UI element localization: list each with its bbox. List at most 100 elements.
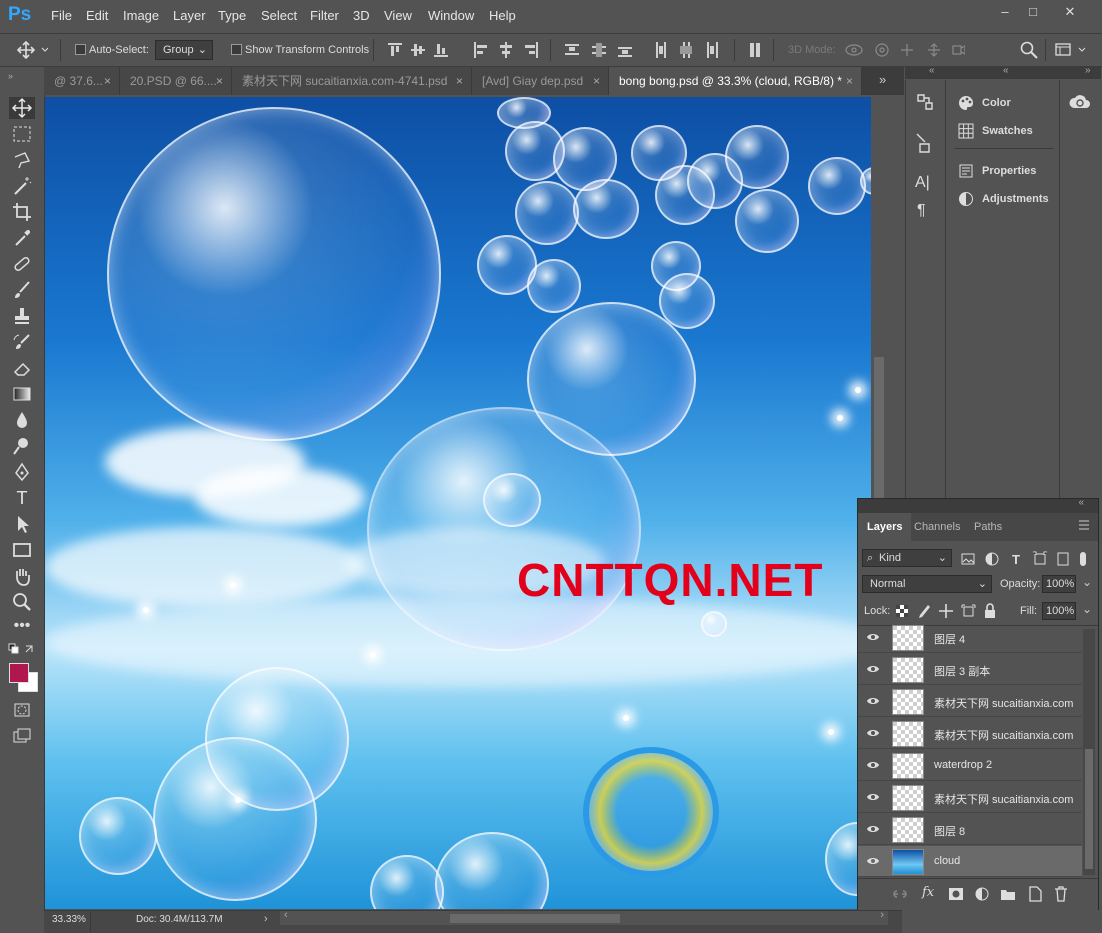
align-left-icon[interactable]: [474, 42, 488, 58]
layer-row[interactable]: 图层 4: [858, 622, 1082, 653]
swatches-panel-button[interactable]: Swatches: [954, 118, 1033, 144]
clone-stamp-tool[interactable]: [9, 305, 35, 327]
close-tab-icon[interactable]: ×: [846, 67, 853, 95]
tab-paths[interactable]: Paths: [965, 513, 1011, 541]
properties-panel-button[interactable]: Properties: [954, 158, 1036, 184]
auto-select-dropdown[interactable]: Group ⌄: [155, 40, 213, 60]
distribute-right-icon[interactable]: [704, 42, 718, 58]
layers-scrollbar[interactable]: [1083, 629, 1095, 875]
align-top-icon[interactable]: [388, 42, 402, 58]
auto-align-icon[interactable]: [748, 42, 762, 58]
new-group-folder-icon[interactable]: [1000, 887, 1016, 901]
history-panel-icon[interactable]: [915, 92, 935, 112]
align-bottom-icon[interactable]: [434, 42, 448, 58]
new-layer-icon[interactable]: [1028, 886, 1042, 902]
opacity-slider-toggle[interactable]: ⌄: [1080, 575, 1094, 593]
tab-document-1[interactable]: @ 37.6... ×: [44, 67, 120, 95]
distribute-vcenter-icon[interactable]: [592, 42, 606, 58]
quick-mask-button[interactable]: [9, 699, 35, 721]
layer-row[interactable]: 图层 3 副本: [858, 654, 1082, 685]
rectangle-tool[interactable]: [9, 539, 35, 561]
move-tool[interactable]: [9, 97, 35, 119]
menu-window[interactable]: Window: [428, 8, 474, 23]
menu-view[interactable]: View: [384, 8, 412, 23]
pen-tool[interactable]: [9, 461, 35, 483]
dodge-tool[interactable]: [9, 435, 35, 457]
horizontal-scrollbar[interactable]: ‹ ›: [280, 909, 888, 925]
menu-filter[interactable]: Filter: [310, 8, 339, 23]
tab-document-active[interactable]: bong bong.psd @ 33.3% (cloud, RGB/8) * ×: [609, 67, 862, 95]
tab-document-2[interactable]: 20.PSD @ 66.... ×: [120, 67, 232, 95]
close-tab-icon[interactable]: ×: [216, 67, 223, 95]
tabs-overflow-button[interactable]: »: [879, 72, 886, 87]
default-colors-icon[interactable]: [8, 643, 36, 657]
color-panel-button[interactable]: Color: [954, 90, 1011, 116]
menu-layer[interactable]: Layer: [173, 8, 206, 23]
blend-mode-dropdown[interactable]: Normal ⌄: [862, 575, 992, 593]
marquee-tool[interactable]: [9, 123, 35, 145]
lasso-tool[interactable]: [9, 149, 35, 171]
brush-tool[interactable]: [9, 279, 35, 301]
type-tool[interactable]: T: [9, 487, 35, 509]
layer-row-selected[interactable]: cloud: [858, 846, 1082, 877]
fill-slider-toggle[interactable]: ⌄: [1080, 602, 1094, 620]
align-right-icon[interactable]: [524, 42, 538, 58]
close-tab-icon[interactable]: ×: [104, 67, 111, 95]
workspace-switcher[interactable]: [1055, 42, 1089, 58]
layer-row[interactable]: 素材天下网 sucaitianxia.com: [858, 718, 1082, 749]
layer-row[interactable]: 素材天下网 sucaitianxia.com: [858, 686, 1082, 717]
gradient-tool[interactable]: [9, 383, 35, 405]
healing-brush-tool[interactable]: [9, 253, 35, 275]
auto-select-checkbox[interactable]: [75, 44, 86, 55]
tab-document-3[interactable]: 素材天下网 sucaitianxia.com-4741.psd ×: [232, 67, 472, 95]
paragraph-panel-icon[interactable]: ¶: [917, 202, 937, 222]
tab-channels[interactable]: Channels: [905, 513, 969, 541]
path-selection-tool[interactable]: [9, 513, 35, 535]
layer-row[interactable]: 素材天下网 sucaitianxia.com: [858, 782, 1082, 813]
show-transform-checkbox[interactable]: [231, 44, 242, 55]
document-canvas[interactable]: CNTTQN.NET: [45, 97, 887, 909]
move-tool-preset-picker[interactable]: [6, 40, 49, 60]
layer-filter-dropdown[interactable]: ⌕ Kind ⌄: [862, 549, 952, 567]
add-layer-style-button[interactable]: fx: [922, 885, 934, 900]
brush-presets-panel-icon[interactable]: [915, 132, 935, 154]
adjustments-panel-button[interactable]: Adjustments: [954, 186, 1049, 212]
distribute-hcenter-icon[interactable]: [679, 42, 693, 58]
scroll-right-icon[interactable]: ›: [880, 909, 884, 921]
add-mask-icon[interactable]: [948, 887, 964, 901]
fill-input[interactable]: 100%: [1042, 602, 1076, 620]
tab-document-4[interactable]: [Avd] Giay dep.psd ×: [472, 67, 609, 95]
tab-layers[interactable]: Layers: [858, 513, 912, 541]
adjustment-layer-icon[interactable]: [974, 886, 990, 902]
layer-row[interactable]: 图层 8: [858, 814, 1082, 845]
link-layers-icon[interactable]: [892, 887, 908, 901]
collapse-icon[interactable]: «: [1003, 65, 1009, 76]
hand-tool[interactable]: [9, 565, 35, 587]
maximize-button[interactable]: □: [1018, 2, 1048, 22]
align-hcenter-icon[interactable]: [499, 42, 513, 58]
scroll-left-icon[interactable]: ‹: [284, 909, 288, 921]
opacity-input[interactable]: 100%: [1042, 575, 1076, 593]
crop-tool[interactable]: [9, 201, 35, 223]
collapse-toolbar-icon[interactable]: »: [8, 71, 36, 81]
more-tools-icon[interactable]: •••: [9, 617, 35, 639]
menu-edit[interactable]: Edit: [86, 8, 108, 23]
search-icon[interactable]: [1020, 41, 1038, 59]
menu-image[interactable]: Image: [123, 8, 159, 23]
collapse-panel-icon[interactable]: «: [1078, 497, 1084, 508]
close-tab-icon[interactable]: ×: [593, 67, 600, 95]
cloud-libraries-icon[interactable]: [1068, 92, 1092, 112]
close-tab-icon[interactable]: ×: [456, 67, 463, 95]
status-menu-arrow-icon[interactable]: ›: [264, 913, 268, 925]
zoom-level-field[interactable]: 33.33%: [44, 911, 91, 933]
collapse-icon[interactable]: «: [929, 65, 935, 76]
align-vcenter-icon[interactable]: [411, 42, 425, 58]
eraser-tool[interactable]: [9, 357, 35, 379]
menu-file[interactable]: File: [51, 8, 72, 23]
expand-icon[interactable]: »: [1085, 65, 1091, 76]
magic-wand-tool[interactable]: [9, 175, 35, 197]
trash-icon[interactable]: [1054, 886, 1068, 902]
history-brush-tool[interactable]: [9, 331, 35, 353]
screen-mode-button[interactable]: [9, 725, 35, 747]
menu-3d[interactable]: 3D: [353, 8, 370, 23]
